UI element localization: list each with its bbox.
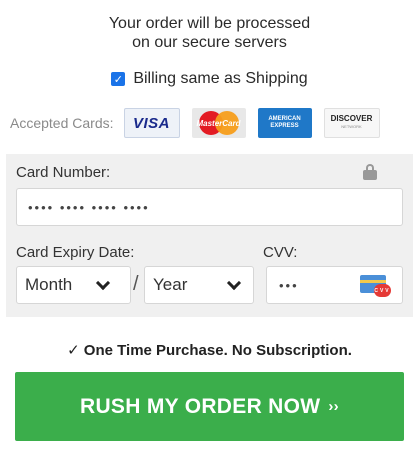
one-time-purchase-note: ✓ One Time Purchase. No Subscription. [67,342,352,359]
billing-same-row[interactable]: ✓ Billing same as Shipping [0,70,419,88]
secure-message-line1: Your order will be processed [108,15,311,32]
accepted-cards-label: Accepted Cards: [10,115,114,131]
mastercard-logo-text: MasterCard [196,118,241,128]
lock-icon [363,164,377,180]
card-form: Card Number: •••• •••• •••• •••• Card Ex… [6,154,413,317]
visa-logo-text: VISA [132,114,170,132]
cvv-value: ••• [279,277,299,293]
secure-message: Your order will be processed on our secu… [0,14,419,52]
chevron-down-icon [226,275,242,291]
cvv-card-icon: CVV [360,275,391,297]
accepted-cards-row: Accepted Cards: VISA MasterCard AMERICAN… [10,106,410,140]
expiry-separator: / [133,273,139,295]
month-select[interactable]: Month [16,266,131,304]
rush-order-button[interactable]: RUSH MY ORDER NOW ›› [15,372,404,441]
cvv-label: CVV: [263,244,298,261]
checkout-panel: Your order will be processed on our secu… [0,0,419,451]
year-select-value: Year [153,275,188,294]
cvv-badge: CVV [374,284,391,297]
card-number-input[interactable]: •••• •••• •••• •••• [16,188,403,226]
billing-same-checkbox[interactable]: ✓ [111,72,126,86]
visa-logo: VISA [123,108,180,138]
secure-message-line2: on our secure servers [132,34,287,51]
cvv-input[interactable]: ••• CVV [266,266,403,304]
amex-logo-line2: EXPRESS [270,123,299,129]
year-select[interactable]: Year [144,266,254,304]
discover-logo-text: DISCOVER [330,114,373,123]
rush-order-button-label: RUSH MY ORDER NOW [80,394,321,418]
discover-logo: DISCOVER NETWORK [323,108,380,138]
discover-logo-sub: NETWORK [341,124,362,129]
chevron-down-icon [95,275,111,291]
card-number-label: Card Number: [16,164,111,181]
expiry-label: Card Expiry Date: [16,244,135,261]
card-number-value: •••• •••• •••• •••• [28,199,150,215]
month-select-value: Month [25,275,73,294]
amex-logo: AMERICAN EXPRESS [257,108,312,138]
double-chevron-right-icon: ›› [328,398,339,415]
billing-same-label: Billing same as Shipping [133,70,308,87]
amex-logo-line1: AMERICAN [268,116,301,122]
mastercard-logo: MasterCard [191,108,246,138]
